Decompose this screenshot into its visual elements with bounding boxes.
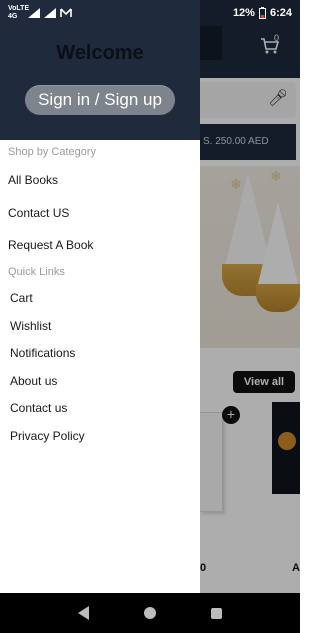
signal-icon <box>28 8 40 18</box>
home-icon[interactable] <box>143 607 156 619</box>
menu-item-about-us[interactable]: About us <box>10 374 57 388</box>
system-nav-bar <box>0 593 300 633</box>
welcome-title: Welcome <box>56 42 144 64</box>
battery-percent: 12% <box>232 7 255 19</box>
menu-item-contact-us-quick[interactable]: Contact us <box>10 401 67 415</box>
menu-item-all-books[interactable]: All Books <box>8 173 58 187</box>
menu-item-notifications[interactable]: Notifications <box>10 346 75 360</box>
gmail-icon <box>60 8 72 17</box>
status-network-text: VoLTE 4G <box>8 5 30 20</box>
signal-icon <box>44 8 56 18</box>
recent-apps-icon[interactable] <box>211 607 223 619</box>
status-bar: VoLTE 4G 12% 6:24 <box>0 0 300 26</box>
back-icon[interactable] <box>77 606 89 620</box>
menu-item-request-a-book[interactable]: Request A Book <box>8 238 93 252</box>
menu-item-contact-us[interactable]: Contact US <box>8 206 69 220</box>
menu-item-privacy-policy[interactable]: Privacy Policy <box>10 429 85 443</box>
menu-item-cart[interactable]: Cart <box>10 291 33 305</box>
quick-links-label: Quick Links <box>8 266 65 278</box>
clock-time: 6:24 <box>269 7 292 19</box>
sign-in-button[interactable]: Sign in / Sign up <box>25 85 175 115</box>
navigation-drawer: Welcome Sign in / Sign up Shop by Catego… <box>0 0 200 593</box>
menu-item-wishlist[interactable]: Wishlist <box>10 319 51 333</box>
battery-icon <box>258 7 266 19</box>
shop-by-category-label: Shop by Category <box>8 146 97 158</box>
